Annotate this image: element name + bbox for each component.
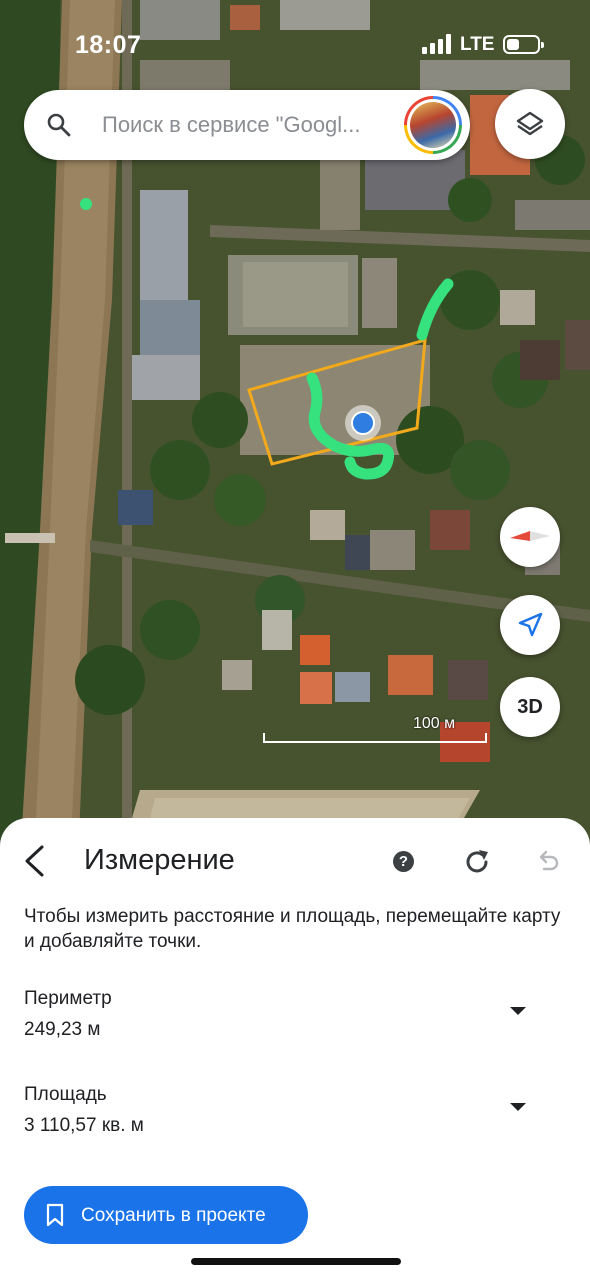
home-indicator[interactable] (191, 1258, 401, 1265)
help-icon[interactable]: ? (393, 851, 414, 872)
battery-icon (503, 35, 544, 54)
area-label: Площадь (24, 1084, 107, 1105)
account-avatar[interactable] (404, 96, 462, 154)
search-icon (47, 113, 71, 137)
bookmark-icon (46, 1203, 64, 1227)
layers-button[interactable] (495, 89, 565, 159)
status-bar: 18:07 LTE (0, 0, 590, 90)
measurement-instructions: Чтобы измерить расстояние и площадь, пер… (24, 906, 561, 952)
navigation-arrow-icon (518, 612, 543, 637)
satellite-map[interactable]: 18:07 LTE Поиск в сервисе "Googl... 3D 1… (0, 0, 590, 860)
compass-button[interactable] (500, 507, 560, 567)
layers-icon (516, 111, 544, 136)
perimeter-unit-dropdown-icon[interactable] (510, 1007, 526, 1015)
save-button-label: Сохранить в проекте (81, 1205, 266, 1226)
reset-icon[interactable] (463, 848, 491, 876)
measurement-sheet: Измерение ? Чтобы измерить расстояние и … (0, 818, 590, 1280)
search-bar[interactable]: Поиск в сервисе "Googl... (24, 90, 470, 160)
area-value: 3 110,57 кв. м (24, 1115, 144, 1136)
signal-icon (422, 34, 451, 54)
search-input[interactable]: Поиск в сервисе "Googl... (102, 112, 402, 138)
status-time: 18:07 (75, 31, 142, 59)
scale-label: 100 м (413, 715, 456, 732)
area-unit-dropdown-icon[interactable] (510, 1103, 526, 1111)
compass-icon (510, 531, 550, 541)
map-scale: 100 м (263, 715, 487, 743)
save-to-project-button[interactable]: Сохранить в проекте (24, 1186, 308, 1244)
scale-bar (263, 733, 487, 743)
sheet-title: Измерение (84, 844, 235, 876)
undo-icon[interactable] (535, 848, 561, 874)
network-type: LTE (460, 34, 495, 55)
perimeter-label: Периметр (24, 988, 112, 1009)
back-arrow-icon[interactable] (22, 844, 46, 878)
my-location-button[interactable] (500, 595, 560, 655)
3d-toggle-button[interactable]: 3D (500, 677, 560, 737)
perimeter-value: 249,23 м (24, 1019, 101, 1040)
